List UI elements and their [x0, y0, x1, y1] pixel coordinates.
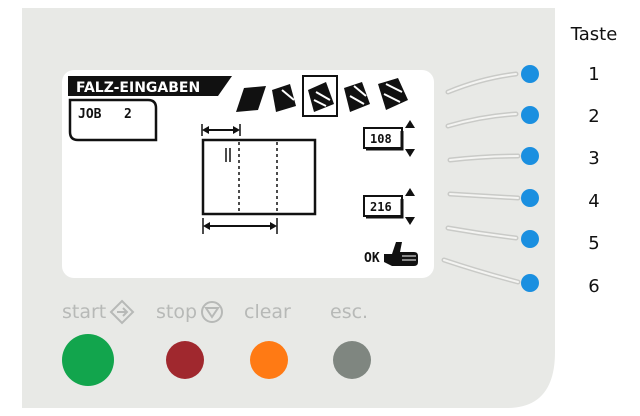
display-title-banner: FALZ-EINGABEN	[68, 76, 232, 96]
clear-label: clear	[244, 301, 291, 323]
taste-number-2: 2	[588, 106, 599, 127]
display-title: FALZ-EINGABEN	[76, 80, 200, 96]
taste-number-3: 3	[588, 148, 599, 169]
value-upper: 108	[370, 132, 392, 146]
job-label: JOB	[78, 107, 102, 122]
taste-number-5: 5	[588, 233, 599, 254]
esc-button[interactable]	[333, 341, 371, 379]
soft-key-6-button[interactable]	[521, 274, 539, 292]
job-number: 2	[124, 107, 132, 122]
soft-key-1-button[interactable]	[521, 65, 539, 83]
stop-button[interactable]	[166, 341, 204, 379]
ok-label: OK	[364, 251, 380, 266]
job-box: JOB 2	[68, 98, 158, 142]
taste-number-6: 6	[588, 276, 599, 297]
taste-number-1: 1	[588, 64, 599, 85]
soft-key-4-button[interactable]	[521, 189, 539, 207]
value-box-lower[interactable]: 216	[363, 195, 404, 219]
clear-button[interactable]	[250, 341, 288, 379]
paper-sheet	[201, 138, 317, 216]
control-panel: FALZ-EINGABEN JOB 2 108 216 OK Taste 1 2…	[22, 8, 618, 408]
value-lower: 216	[370, 200, 392, 214]
start-button[interactable]	[62, 334, 114, 386]
stop-label: stop	[156, 301, 197, 323]
taste-number-4: 4	[588, 191, 599, 212]
value-box-upper[interactable]: 108	[363, 127, 404, 151]
soft-key-5-button[interactable]	[521, 230, 539, 248]
taste-header: Taste	[570, 24, 618, 45]
soft-key-2-button[interactable]	[521, 106, 539, 124]
soft-key-3-button[interactable]	[521, 147, 539, 165]
esc-label: esc.	[330, 301, 368, 323]
start-label: start	[62, 301, 106, 323]
